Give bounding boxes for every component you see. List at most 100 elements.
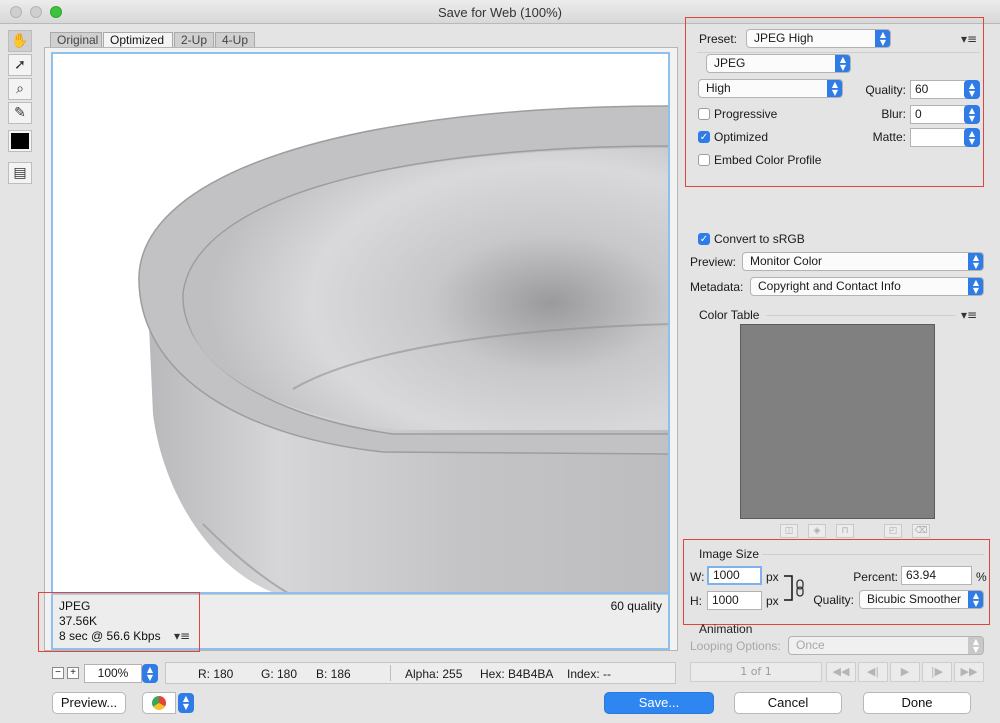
animation-label: Animation	[699, 622, 753, 636]
zoom-tool-icon[interactable]: ⌕	[8, 78, 32, 100]
embed-color-profile-label: Embed Color Profile	[714, 153, 822, 167]
image-size-label: Image Size	[699, 547, 760, 561]
save-button[interactable]: Save...	[604, 692, 714, 714]
percent-input[interactable]: 63.94	[901, 566, 972, 585]
blur-stepper[interactable]: ▲ ▼	[964, 105, 980, 124]
previous-frame-icon[interactable]: ◀|	[858, 662, 888, 682]
file-format-value: JPEG	[714, 56, 746, 70]
info-quality: 60 quality	[610, 599, 662, 613]
preset-value: JPEG High	[754, 31, 814, 45]
optimize-menu-icon[interactable]: ▾≡	[961, 32, 977, 46]
zoom-out-button[interactable]: −	[52, 667, 64, 679]
tab-2-up[interactable]: 2-Up	[174, 32, 214, 47]
divider	[762, 554, 984, 555]
chevron-updown-icon: ▲ ▼	[827, 80, 842, 97]
hand-tool-icon[interactable]: ✋	[8, 30, 32, 52]
width-label: W:	[690, 570, 705, 584]
preset-select[interactable]: JPEG High ▲ ▼	[746, 29, 891, 48]
quality-label: Quality:	[865, 83, 906, 97]
looping-options-label: Looping Options:	[690, 639, 781, 653]
tab-4-up[interactable]: 4-Up	[215, 32, 255, 47]
preview-label: Preview:	[690, 255, 737, 269]
browser-select-stepper[interactable]: ▲ ▼	[178, 693, 194, 713]
trash-icon[interactable]: ⌫	[912, 524, 930, 538]
optimized-checkbox[interactable]: ✓	[698, 131, 710, 143]
metadata-label: Metadata:	[690, 280, 744, 294]
new-color-icon[interactable]: ◰	[884, 524, 902, 538]
height-label: H:	[690, 594, 702, 608]
done-button[interactable]: Done	[863, 692, 971, 714]
looping-options-select[interactable]: Once ▲ ▼	[788, 636, 984, 655]
height-unit: px	[766, 594, 779, 608]
divider	[390, 665, 391, 681]
slice-select-tool-icon[interactable]: ➚	[8, 54, 32, 76]
image-preview[interactable]	[51, 52, 670, 594]
resample-quality-select[interactable]: Bicubic Smoother ▲ ▼	[859, 590, 984, 609]
blur-input[interactable]: 0	[910, 105, 966, 124]
first-frame-icon[interactable]: ◀◀	[826, 662, 856, 682]
hex-value: Hex: B4B4BA	[480, 667, 554, 681]
cancel-button[interactable]: Cancel	[734, 692, 842, 714]
last-frame-icon[interactable]: ▶▶	[954, 662, 984, 682]
toggle-slices-icon[interactable]: ▤	[8, 162, 32, 184]
preview-color-select[interactable]: Monitor Color ▲ ▼	[742, 252, 984, 271]
color-table[interactable]	[740, 324, 935, 519]
play-icon[interactable]: ▶	[890, 662, 920, 682]
compression-quality-select[interactable]: High ▲ ▼	[698, 79, 843, 98]
matte-stepper[interactable]: ▲ ▼	[964, 128, 980, 147]
chevron-updown-icon: ▲ ▼	[835, 55, 850, 72]
lock-color-icon[interactable]: ⊓	[836, 524, 854, 538]
height-input[interactable]: 1000	[707, 591, 762, 610]
frame-counter: 1 of 1	[690, 662, 822, 682]
eyedropper-color-swatch[interactable]	[8, 130, 32, 152]
resample-quality-label: Quality:	[813, 593, 854, 607]
progressive-label: Progressive	[714, 107, 778, 121]
percent-label: Percent:	[853, 570, 898, 584]
index-value: Index: --	[567, 667, 612, 681]
green-value: G: 180	[261, 667, 298, 681]
blur-label: Blur:	[881, 107, 906, 121]
width-unit: px	[766, 570, 779, 584]
tab-original[interactable]: Original	[50, 32, 102, 47]
metadata-select[interactable]: Copyright and Contact Info ▲ ▼	[750, 277, 984, 296]
file-format-select[interactable]: JPEG ▲ ▼	[706, 54, 851, 73]
matte-label: Matte:	[872, 130, 906, 144]
width-input[interactable]: 1000	[707, 566, 762, 585]
metadata-value: Copyright and Contact Info	[758, 279, 901, 293]
color-swatch-icon	[11, 133, 29, 149]
quality-input[interactable]: 60	[910, 80, 966, 99]
cake-pan-image	[138, 105, 668, 592]
highlight-box-info	[38, 592, 200, 652]
divider	[766, 315, 956, 316]
chevron-updown-icon: ▲ ▼	[968, 591, 983, 608]
browser-select-button[interactable]	[142, 692, 176, 714]
eyedropper-tool-icon[interactable]: ✎	[8, 102, 32, 124]
color-table-menu-icon[interactable]: ▾≡	[961, 308, 977, 322]
chevron-updown-icon: ▲ ▼	[968, 637, 983, 654]
zoom-level-input[interactable]: 100%	[84, 664, 142, 683]
map-color-icon[interactable]: ◫	[780, 524, 798, 538]
zoom-level-stepper[interactable]: ▲ ▼	[142, 664, 158, 683]
preview-color-value: Monitor Color	[750, 254, 823, 268]
blue-value: B: 186	[316, 667, 351, 681]
chevron-updown-icon: ▲ ▼	[968, 253, 983, 270]
optimized-label: Optimized	[714, 130, 769, 144]
matte-input[interactable]	[910, 128, 966, 147]
web-shift-icon[interactable]: ◈	[808, 524, 826, 538]
tab-optimized[interactable]: Optimized	[103, 32, 173, 47]
divider	[697, 52, 980, 53]
color-readout-bar: R: 180 G: 180 B: 186 Alpha: 255 Hex: B4B…	[165, 662, 676, 684]
chevron-updown-icon: ▲ ▼	[875, 30, 890, 47]
embed-color-profile-checkbox[interactable]	[698, 154, 710, 166]
compression-quality-value: High	[706, 81, 731, 95]
preview-button[interactable]: Preview...	[52, 692, 126, 714]
convert-srgb-checkbox[interactable]: ✓	[698, 233, 710, 245]
progressive-checkbox[interactable]	[698, 108, 710, 120]
quality-stepper[interactable]: ▲ ▼	[964, 80, 980, 99]
zoom-in-button[interactable]: +	[67, 667, 79, 679]
chevron-updown-icon: ▲ ▼	[968, 278, 983, 295]
chrome-browser-icon	[152, 696, 166, 710]
red-value: R: 180	[198, 667, 234, 681]
color-table-label: Color Table	[699, 308, 760, 322]
next-frame-icon[interactable]: |▶	[922, 662, 952, 682]
